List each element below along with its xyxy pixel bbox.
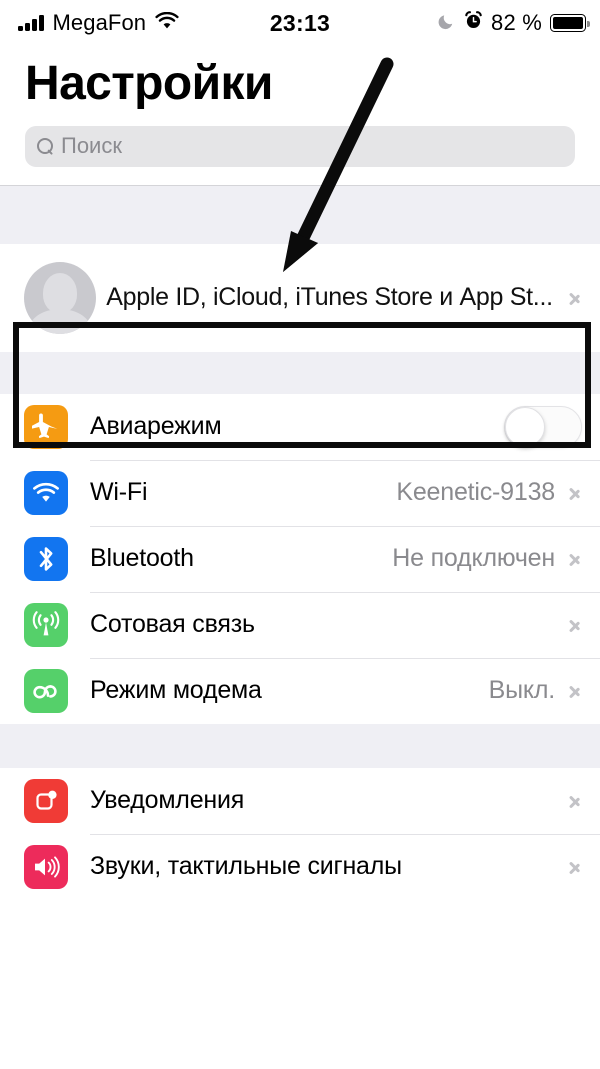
status-bar-left: MegaFon xyxy=(18,10,179,36)
airplane-icon xyxy=(24,404,68,449)
header: Настройки xyxy=(0,46,600,110)
settings-row-wifi[interactable]: Wi-Fi Keenetic-9138 xyxy=(0,459,600,526)
settings-row-airplane-mode[interactable]: Авиарежим xyxy=(0,393,600,460)
apple-id-group: Apple ID, iCloud, iTunes Store и App St.… xyxy=(0,243,600,352)
status-bar: MegaFon 23:13 82 % xyxy=(0,0,600,46)
status-bar-right: 82 % xyxy=(438,10,590,36)
chevron-right-icon xyxy=(569,856,582,878)
apple-id-row[interactable]: Apple ID, iCloud, iTunes Store и App St.… xyxy=(0,243,600,352)
settings-row-label: Bluetooth xyxy=(90,544,194,573)
apple-id-label: Apple ID, iCloud, iTunes Store и App St.… xyxy=(106,283,553,312)
search-icon xyxy=(37,137,54,155)
airplane-mode-toggle[interactable] xyxy=(504,405,582,448)
bluetooth-icon xyxy=(24,536,68,581)
settings-row-label: Звуки, тактильные сигналы xyxy=(90,852,402,881)
sounds-haptics-icon xyxy=(24,844,68,889)
chevron-right-icon xyxy=(569,680,582,702)
section-gap-2 xyxy=(0,723,600,768)
search-container: Поиск xyxy=(0,109,600,185)
alarm-clock-icon xyxy=(464,11,483,35)
chevron-right-icon xyxy=(569,614,582,636)
section-gap-1 xyxy=(0,351,600,394)
person-placeholder-icon xyxy=(24,261,96,334)
settings-row-label: Wi-Fi xyxy=(90,478,148,507)
wifi-icon xyxy=(155,11,179,35)
chevron-right-icon xyxy=(569,548,582,570)
cellular-bars-icon xyxy=(18,15,44,31)
wifi-icon xyxy=(24,470,68,515)
battery-percent: 82 % xyxy=(491,10,542,35)
settings-row-bluetooth[interactable]: Bluetooth Не подключен xyxy=(0,525,600,592)
settings-row-detail: Не подключен xyxy=(392,544,555,573)
carrier-name: MegaFon xyxy=(52,10,147,35)
chevron-right-icon xyxy=(569,287,582,309)
settings-row-label: Сотовая связь xyxy=(90,610,255,639)
search-placeholder: Поиск xyxy=(61,133,122,159)
settings-row-cellular[interactable]: Сотовая связь xyxy=(0,591,600,658)
chevron-right-icon xyxy=(569,482,582,504)
settings-row-label: Режим модема xyxy=(90,676,262,705)
settings-row-sounds-haptics[interactable]: Звуки, тактильные сигналы xyxy=(0,833,600,900)
settings-row-personal-hotspot[interactable]: Режим модема Выкл. xyxy=(0,657,600,724)
page-title: Настройки xyxy=(25,57,273,110)
notifications-icon xyxy=(24,778,68,823)
settings-row-notifications[interactable]: Уведомления xyxy=(0,767,600,834)
settings-group-notifications: Уведомления Звуки, тактильные сигналы xyxy=(0,767,600,900)
settings-row-detail: Выкл. xyxy=(488,676,556,705)
clock-time: 23:13 xyxy=(269,9,331,36)
chevron-right-icon xyxy=(569,790,582,812)
settings-row-label: Авиарежим xyxy=(90,412,222,441)
moon-icon xyxy=(438,12,456,35)
search-input[interactable]: Поиск xyxy=(25,125,575,167)
settings-row-label: Уведомления xyxy=(90,786,245,815)
settings-group-connectivity: Авиарежим Wi-Fi Keenetic-9138 Bluetooth … xyxy=(0,393,600,724)
cellular-antenna-icon xyxy=(24,602,68,647)
battery-full-icon xyxy=(550,14,590,32)
settings-row-detail: Keenetic-9138 xyxy=(396,478,555,507)
section-gap-top xyxy=(0,185,600,244)
personal-hotspot-icon xyxy=(24,668,68,713)
settings-screen: MegaFon 23:13 82 % Настройки Поиск Apple… xyxy=(0,0,600,1069)
